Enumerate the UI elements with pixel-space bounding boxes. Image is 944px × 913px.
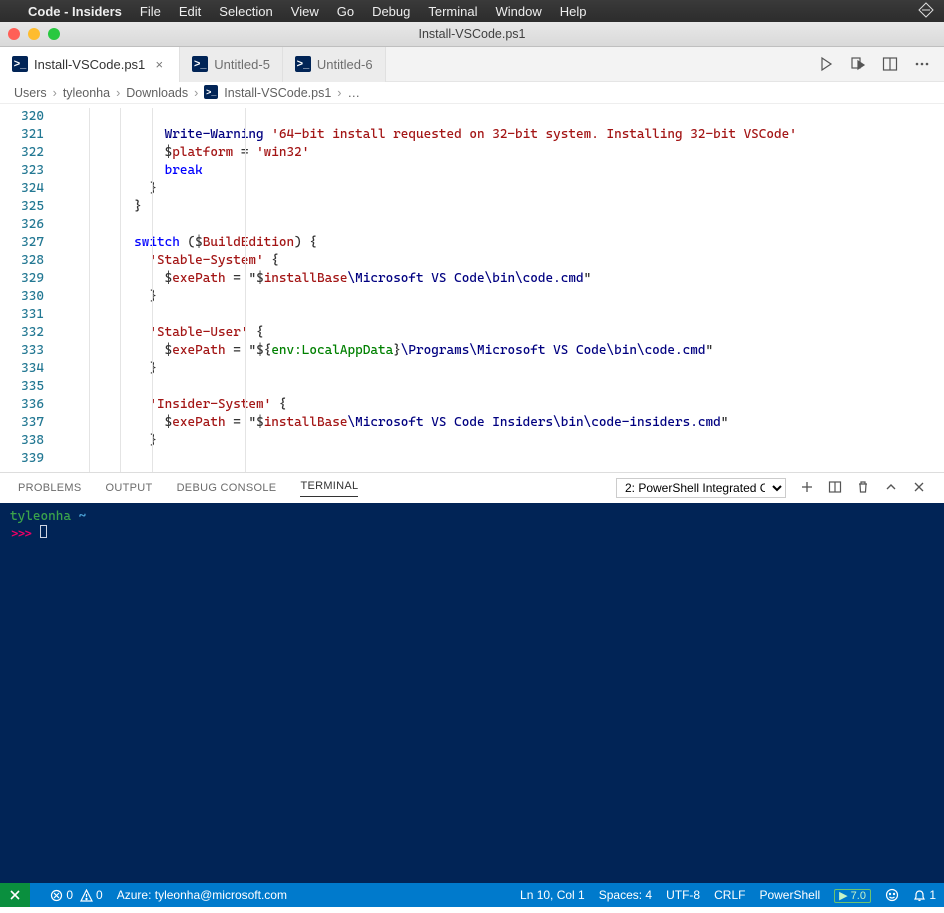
- tab-label: Install-VSCode.ps1: [34, 57, 145, 72]
- menu-debug[interactable]: Debug: [372, 4, 410, 19]
- new-terminal-icon[interactable]: [800, 480, 814, 497]
- status-encoding[interactable]: UTF-8: [666, 888, 700, 902]
- app-name[interactable]: Code - Insiders: [28, 4, 122, 19]
- panel-tab-debug-console[interactable]: DEBUG CONSOLE: [177, 482, 277, 494]
- status-feedback-icon[interactable]: [885, 888, 899, 903]
- terminal[interactable]: tyleonha ~ >>>: [0, 503, 944, 883]
- split-terminal-icon[interactable]: [828, 480, 842, 497]
- panel-tabs: PROBLEMS OUTPUT DEBUG CONSOLE TERMINAL 2…: [0, 473, 944, 503]
- run-selection-icon[interactable]: [850, 56, 866, 72]
- powershell-file-icon: >_: [12, 56, 28, 72]
- status-notifications-count: 1: [929, 888, 936, 902]
- breadcrumb-part[interactable]: Downloads: [126, 86, 188, 100]
- run-icon[interactable]: [818, 56, 834, 72]
- remote-indicator-icon[interactable]: [0, 883, 30, 907]
- panel-tab-output[interactable]: OUTPUT: [106, 482, 153, 494]
- line-gutter: 3203213223233243253263273283293303313323…: [0, 104, 50, 472]
- status-cursor[interactable]: Ln 10, Col 1: [520, 888, 585, 902]
- status-ps-version[interactable]: ▶ 7.0: [834, 888, 871, 902]
- menu-go[interactable]: Go: [337, 4, 354, 19]
- terminal-cwd: ~: [79, 509, 87, 524]
- terminal-cursor: [40, 525, 47, 538]
- window-minimize-icon[interactable]: [28, 28, 40, 40]
- split-editor-icon[interactable]: [882, 56, 898, 72]
- panel-close-icon[interactable]: [912, 480, 926, 497]
- code-area[interactable]: Write-Warning '64-bit install requested …: [50, 104, 944, 472]
- panel-tab-problems[interactable]: PROBLEMS: [18, 482, 82, 494]
- breadcrumb-tail[interactable]: …: [347, 86, 360, 100]
- powershell-file-icon: >_: [204, 85, 218, 99]
- menu-edit[interactable]: Edit: [179, 4, 201, 19]
- tab-untitled-5[interactable]: >_ Untitled-5: [180, 47, 283, 82]
- window-close-icon[interactable]: [8, 28, 20, 40]
- menu-help[interactable]: Help: [560, 4, 587, 19]
- terminal-selector[interactable]: 2: PowerShell Integrated Con: [616, 478, 786, 498]
- menu-terminal[interactable]: Terminal: [428, 4, 477, 19]
- menu-view[interactable]: View: [291, 4, 319, 19]
- status-warnings-count: 0: [96, 888, 103, 902]
- macos-menubar: Code - Insiders File Edit Selection View…: [0, 0, 944, 22]
- kill-terminal-icon[interactable]: [856, 480, 870, 497]
- status-eol[interactable]: CRLF: [714, 888, 745, 902]
- status-bar: 0 0 Azure: tyleonha@microsoft.com Ln 10,…: [0, 883, 944, 907]
- code-editor[interactable]: 3203213223233243253263273283293303313323…: [0, 104, 944, 472]
- status-indent[interactable]: Spaces: 4: [599, 888, 652, 902]
- breadcrumb[interactable]: Users› tyleonha› Downloads› >_ Install-V…: [0, 82, 944, 104]
- status-problems[interactable]: 0 0: [50, 888, 103, 902]
- menubar-tray-icon[interactable]: [918, 2, 934, 21]
- editor-tabs: >_ Install-VSCode.ps1 × >_ Untitled-5 >_…: [0, 47, 944, 82]
- window-zoom-icon[interactable]: [48, 28, 60, 40]
- panel-maximize-icon[interactable]: [884, 480, 898, 497]
- menu-selection[interactable]: Selection: [219, 4, 272, 19]
- tab-label: Untitled-5: [214, 57, 270, 72]
- powershell-file-icon: >_: [295, 56, 311, 72]
- window-title: Install-VSCode.ps1: [418, 27, 525, 41]
- tab-label: Untitled-6: [317, 57, 373, 72]
- terminal-prompt: >>>: [10, 527, 33, 542]
- tab-install-vscode[interactable]: >_ Install-VSCode.ps1 ×: [0, 47, 180, 82]
- tab-untitled-6[interactable]: >_ Untitled-6: [283, 47, 386, 82]
- more-actions-icon[interactable]: [914, 56, 930, 72]
- vscode-window: Install-VSCode.ps1 >_ Install-VSCode.ps1…: [0, 22, 944, 913]
- status-errors-count: 0: [66, 888, 73, 902]
- status-notifications[interactable]: 1: [913, 888, 936, 902]
- tab-close-icon[interactable]: ×: [151, 57, 167, 73]
- status-azure[interactable]: Azure: tyleonha@microsoft.com: [117, 888, 287, 902]
- menu-file[interactable]: File: [140, 4, 161, 19]
- terminal-user: tyleonha: [10, 509, 71, 524]
- bottom-panel: PROBLEMS OUTPUT DEBUG CONSOLE TERMINAL 2…: [0, 472, 944, 883]
- panel-tab-terminal[interactable]: TERMINAL: [300, 480, 358, 497]
- breadcrumb-file[interactable]: Install-VSCode.ps1: [224, 86, 331, 100]
- breadcrumb-part[interactable]: tyleonha: [63, 86, 110, 100]
- powershell-file-icon: >_: [192, 56, 208, 72]
- breadcrumb-part[interactable]: Users: [14, 86, 47, 100]
- window-titlebar[interactable]: Install-VSCode.ps1: [0, 22, 944, 47]
- status-language[interactable]: PowerShell: [759, 888, 820, 902]
- menu-window[interactable]: Window: [496, 4, 542, 19]
